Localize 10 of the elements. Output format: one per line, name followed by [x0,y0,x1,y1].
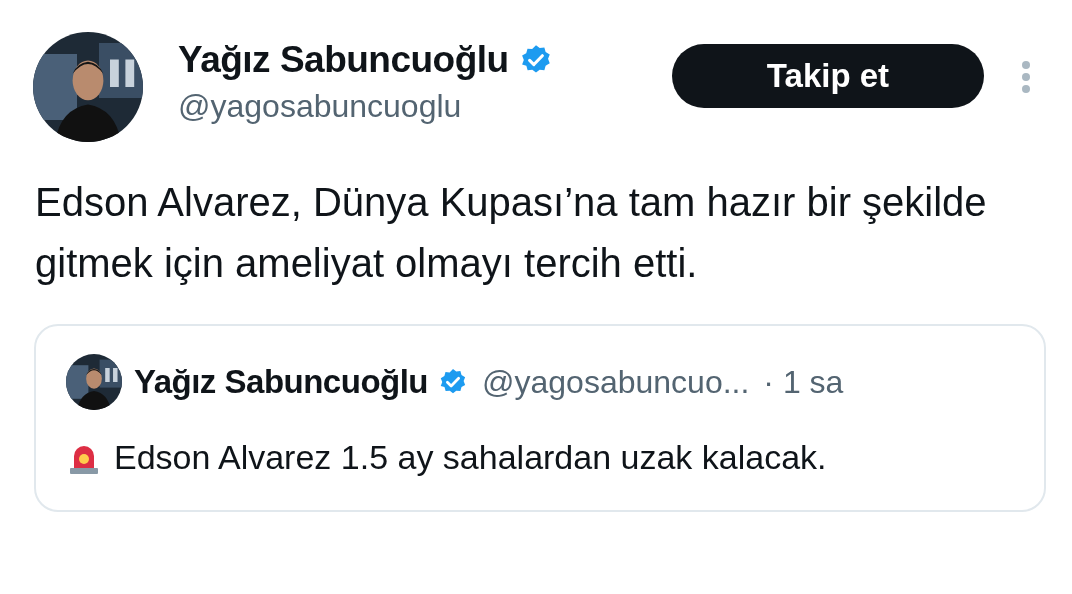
quoted-tweet-text: Edson Alvarez 1.5 ay sahalardan uzak kalacak. [114,437,827,478]
quoted-tweet-card[interactable]: Yağız Sabuncuoğlu @yagosabuncuo... · 1 sa Edson Alvarez 1.5 ay sahalardan uzak kalacak. [34,324,1046,512]
follow-button[interactable]: Takip et [672,44,984,108]
quoted-author-handle: @yagosabuncuo... [482,363,750,402]
more-options-icon[interactable] [1020,60,1032,94]
tweet-text: Edson Alvarez, Dünya Kupası’na tam hazır bir şekilde gitmek için ameliyat olmayı tercih etti. [35,179,988,287]
author-handle: @yagosabuncuoglu [178,87,463,126]
quoted-author-name: Yağız Sabuncuoğlu [134,362,429,403]
author-name[interactable]: Yağız Sabuncuoğlu [178,36,509,84]
quoted-tweet-time: · 1 sa [763,363,844,402]
